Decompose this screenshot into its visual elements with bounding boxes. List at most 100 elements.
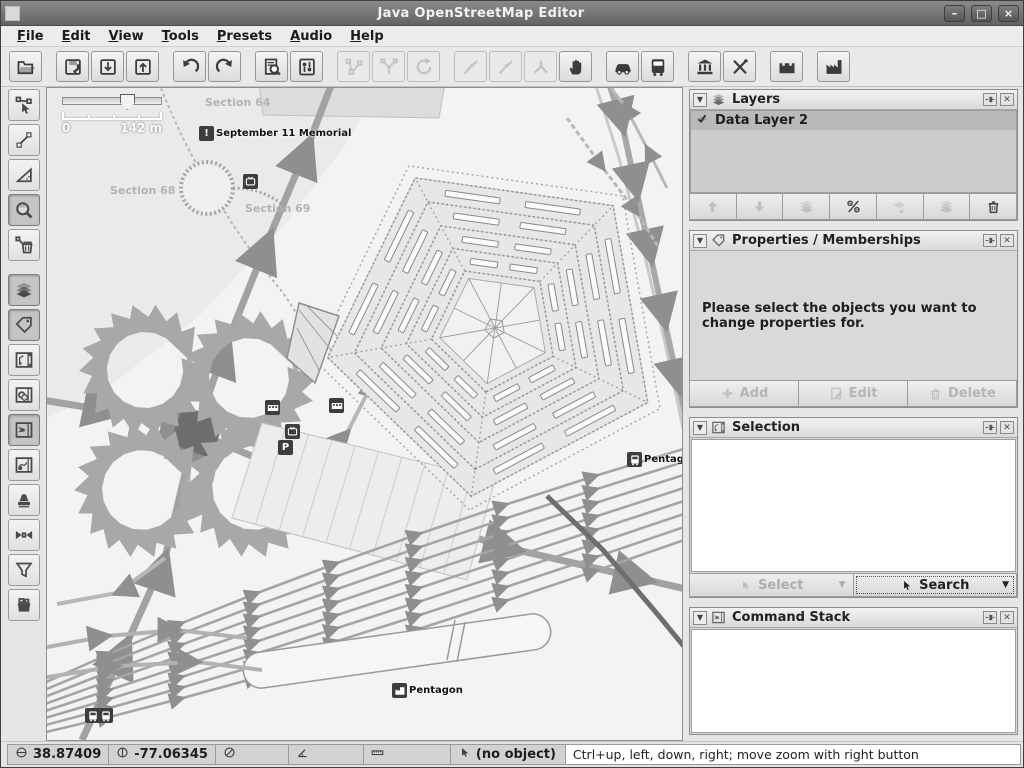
layer-data-layer-2[interactable]: Data Layer 2 [691, 111, 1016, 130]
draw-node-tool[interactable] [8, 124, 40, 156]
search-button[interactable] [255, 51, 288, 82]
ruler-icon [371, 746, 384, 763]
pin-icon[interactable] [983, 421, 997, 434]
select-tool[interactable] [8, 89, 40, 121]
collapse-icon[interactable]: ▼ [693, 421, 707, 435]
layers-panel-header: ▼ Layers ✕ [690, 90, 1017, 110]
poi-bus-stop-2[interactable] [329, 398, 344, 413]
poi-september-11-memorial[interactable]: !September 11 Memorial [199, 126, 351, 141]
menu-tools[interactable]: Tools [154, 28, 207, 45]
preset-bus-button[interactable] [641, 51, 674, 82]
selection-list[interactable] [691, 439, 1016, 572]
select-button: Select▼ [689, 573, 854, 597]
layers-toggle[interactable] [8, 274, 40, 306]
poi-parking[interactable]: P [278, 440, 293, 455]
collapse-icon[interactable]: ▼ [693, 234, 707, 248]
save-button[interactable] [56, 51, 89, 82]
properties-panel-title: Properties / Memberships [730, 233, 979, 248]
collapse-icon[interactable]: ▼ [693, 611, 707, 625]
add-button: Add [689, 380, 799, 407]
longitude-field: -77.06345 [108, 744, 216, 765]
download-button[interactable] [91, 51, 124, 82]
zoom-slider-thumb[interactable] [120, 94, 135, 110]
reverse-way-button [489, 51, 522, 82]
preset-factory-button[interactable] [817, 51, 850, 82]
tags-icon [711, 233, 726, 248]
delete-tool[interactable] [8, 229, 40, 261]
zoom-slider-track[interactable] [62, 97, 162, 105]
changeset-toggle[interactable] [8, 589, 40, 621]
layer-delete-button[interactable] [969, 193, 1017, 220]
layers-panel-title: Layers [730, 92, 979, 107]
preset-restaurant-button[interactable] [723, 51, 756, 82]
selection-toggle[interactable] [8, 344, 40, 376]
preset-castle-button[interactable] [770, 51, 803, 82]
zoom-tool[interactable] [8, 194, 40, 226]
scale-min: 0 [62, 121, 70, 135]
distance-field [363, 744, 451, 765]
upload-button[interactable] [126, 51, 159, 82]
label-section-68: Section 68 [110, 184, 175, 197]
close-button[interactable]: × [998, 5, 1019, 22]
poi-pentagon-station[interactable]: Pentagon [392, 683, 463, 698]
properties-buttons: AddEditDelete [690, 380, 1017, 407]
close-panel-icon[interactable]: ✕ [1000, 234, 1014, 247]
layer-mergedown-button [876, 193, 924, 220]
tv-map-icon [285, 424, 300, 439]
pan-button[interactable] [559, 51, 592, 82]
poi-bus-depot-2[interactable] [98, 708, 113, 723]
angle-field [288, 744, 364, 765]
busw-map-icon [627, 452, 642, 467]
selection-panel-header: ▼ Selection ✕ [690, 418, 1017, 438]
layers-list[interactable]: Data Layer 2 [690, 110, 1017, 193]
relations-toggle[interactable] [8, 379, 40, 411]
layer-duplicate-button [923, 193, 971, 220]
layer-merge-button [782, 193, 830, 220]
properties-toggle[interactable] [8, 309, 40, 341]
menu-audio[interactable]: Audio [282, 28, 340, 45]
close-panel-icon[interactable]: ✕ [1000, 421, 1014, 434]
preferences-button[interactable] [290, 51, 323, 82]
close-panel-icon[interactable]: ✕ [1000, 93, 1014, 106]
map-view[interactable]: !September 11 Memorial P Pentagon Pentagon S… [46, 87, 683, 741]
menu-help[interactable]: Help [342, 28, 391, 45]
busw-map-icon [98, 708, 113, 723]
app-icon [5, 6, 20, 21]
layer-opacity-button[interactable] [829, 193, 877, 220]
poi-pentagon-busstop[interactable]: Pentagon [627, 452, 683, 467]
command-stack-toggle[interactable] [8, 414, 40, 446]
command-stack-panel-header: ▼ Command Stack ✕ [690, 608, 1017, 628]
redo-button[interactable] [208, 51, 241, 82]
zoom-slider[interactable] [62, 94, 162, 110]
conflict-toggle[interactable] [8, 519, 40, 551]
collapse-icon[interactable]: ▼ [693, 93, 707, 107]
search-panel-button[interactable]: Search▼ [853, 573, 1018, 597]
minimize-button[interactable]: – [944, 5, 965, 22]
measure-tool[interactable] [8, 159, 40, 191]
pin-icon[interactable] [983, 611, 997, 624]
map-scale: 0 142 m [62, 112, 162, 135]
maximize-button[interactable]: □ [971, 5, 992, 22]
menubar: FileEditViewToolsPresetsAudioHelp [1, 26, 1023, 47]
history-toggle[interactable] [8, 484, 40, 516]
command-stack-list[interactable] [691, 629, 1016, 733]
simplify-way-button [524, 51, 557, 82]
menu-view[interactable]: View [101, 28, 152, 45]
preset-car-button[interactable] [606, 51, 639, 82]
pin-icon[interactable] [983, 234, 997, 247]
preset-museum-button[interactable] [688, 51, 721, 82]
menu-file[interactable]: File [9, 28, 52, 45]
poi-bus-stop-1[interactable] [265, 400, 280, 415]
close-panel-icon[interactable]: ✕ [1000, 611, 1014, 624]
layer-active-icon [695, 112, 709, 130]
map-styles-toggle[interactable] [8, 449, 40, 481]
poi-tv-2[interactable] [285, 424, 300, 439]
pin-icon[interactable] [983, 93, 997, 106]
poi-tv-1[interactable] [243, 174, 258, 189]
open-button[interactable] [9, 51, 42, 82]
menu-presets[interactable]: Presets [209, 28, 280, 45]
tool-sidebar [1, 87, 46, 741]
undo-button[interactable] [173, 51, 206, 82]
menu-edit[interactable]: Edit [54, 28, 99, 45]
filter-toggle[interactable] [8, 554, 40, 586]
